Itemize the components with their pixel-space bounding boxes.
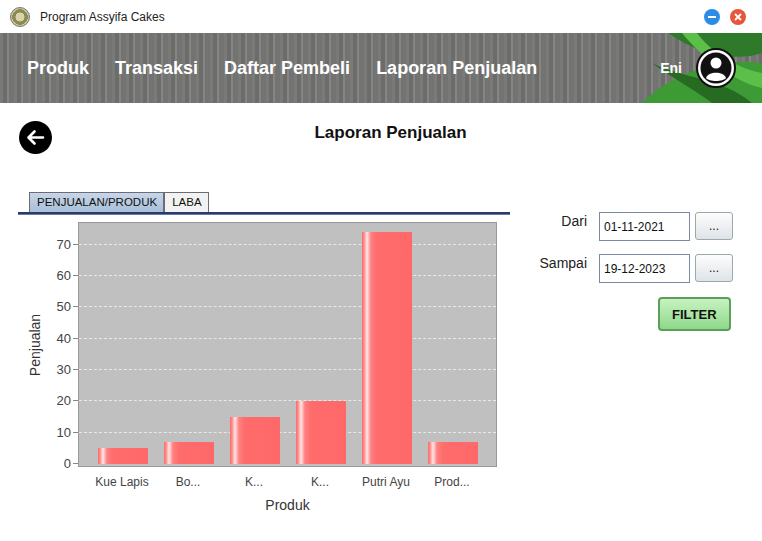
date-field[interactable]: 19-12-2023 — [599, 254, 690, 283]
nav-item[interactable]: Produk — [27, 58, 89, 79]
grid-line — [79, 369, 496, 370]
date-label: Dari — [515, 212, 587, 229]
y-tick-label: 10 — [57, 426, 71, 440]
y-tick-label: 50 — [57, 300, 71, 314]
tab-bar: PENJUALAN/PRODUKLABA — [18, 190, 510, 212]
x-tick-label: K... — [287, 475, 353, 489]
date-picker-button[interactable]: ... — [695, 254, 733, 282]
filter-button[interactable]: FILTER — [658, 297, 731, 331]
y-tick-label: 70 — [57, 238, 71, 252]
back-arrow-icon — [19, 121, 52, 154]
title-row: Laporan Penjualan — [0, 103, 762, 154]
tab-divider — [18, 212, 510, 215]
close-button[interactable] — [730, 9, 746, 25]
bar[interactable] — [428, 442, 478, 464]
user-name: Eni — [660, 60, 682, 76]
grid-line — [79, 338, 496, 339]
date-field[interactable]: 01-11-2021 — [599, 212, 690, 241]
bar[interactable] — [296, 401, 346, 464]
bar-chart: Penjualan010203040506070Kue LapisBo...K.… — [18, 222, 510, 513]
y-tick-label: 60 — [57, 269, 71, 283]
grid-line — [79, 275, 496, 276]
bar-series — [79, 223, 496, 466]
leaves-icon — [622, 33, 762, 103]
y-tick-label: 0 — [64, 457, 71, 471]
nav-item[interactable]: Daftar Pembeli — [224, 58, 350, 79]
bar[interactable] — [362, 232, 412, 464]
filter-panel: Dari 01-11-2021... Sampai 19-12-2023... FILT… — [510, 190, 762, 513]
y-tick-label: 20 — [57, 394, 71, 408]
user-menu[interactable]: Eni — [660, 48, 762, 88]
date-row: Dari 01-11-2021... — [515, 212, 762, 241]
minus-icon — [708, 16, 716, 18]
app-logo-icon — [10, 7, 30, 27]
tab[interactable]: LABA — [164, 192, 208, 212]
grid-line — [79, 306, 496, 307]
y-tick-label: 40 — [57, 332, 71, 346]
y-axis: 010203040506070 — [52, 222, 78, 467]
window-title: Program Assyifa Cakes — [40, 10, 704, 24]
tab[interactable]: PENJUALAN/PRODUK — [29, 192, 164, 212]
header-bar: Produk Transaksi Daftar Pembeli Laporan Pen… — [0, 33, 762, 103]
nav-item[interactable]: Transaksi — [115, 58, 198, 79]
minimize-button[interactable] — [704, 9, 720, 25]
y-tick-label: 30 — [57, 363, 71, 377]
x-tick-label: Kue Lapis — [89, 475, 155, 489]
chart-panel: PENJUALAN/PRODUKLABA Penjualan 0 10 20 30 40 50… — [18, 190, 510, 513]
report-main: PENJUALAN/PRODUKLABA Penjualan 0 10 20 30 40 50… — [0, 190, 762, 513]
grid-line — [79, 244, 496, 245]
chart-body: Penjualan010203040506070 — [18, 222, 510, 467]
back-button[interactable] — [19, 121, 314, 154]
x-tick-label: Putri Ayu — [353, 475, 419, 489]
nav-item[interactable]: Laporan Penjualan — [376, 58, 537, 79]
y-axis-title: Penjualan — [27, 313, 43, 375]
date-picker-button[interactable]: ... — [695, 212, 733, 240]
date-row: Sampai 19-12-2023... — [515, 254, 762, 283]
main-nav: Produk Transaksi Daftar Pembeli Laporan Pen… — [27, 58, 537, 79]
grid-line — [79, 400, 496, 401]
bar[interactable] — [98, 448, 148, 464]
page-title: Laporan Penjualan — [314, 121, 466, 143]
x-icon — [734, 13, 742, 21]
plot-area — [78, 222, 497, 467]
y-axis-title-box: Penjualan — [18, 222, 52, 467]
content-area: Laporan Penjualan PENJUALAN/PRODUKLABA Pen… — [0, 103, 762, 541]
x-axis-title: Produk — [78, 497, 497, 513]
x-tick-label: Prod... — [419, 475, 485, 489]
user-avatar-icon — [696, 48, 736, 88]
bar[interactable] — [164, 442, 214, 464]
title-bar: Program Assyifa Cakes — [0, 0, 762, 33]
bar[interactable] — [230, 417, 280, 464]
x-axis: Kue LapisBo...K...K...Putri AyuProd... — [78, 475, 497, 489]
x-tick-label: Bo... — [155, 475, 221, 489]
date-label: Sampai — [515, 254, 587, 271]
grid-line — [79, 432, 496, 433]
x-tick-label: K... — [221, 475, 287, 489]
